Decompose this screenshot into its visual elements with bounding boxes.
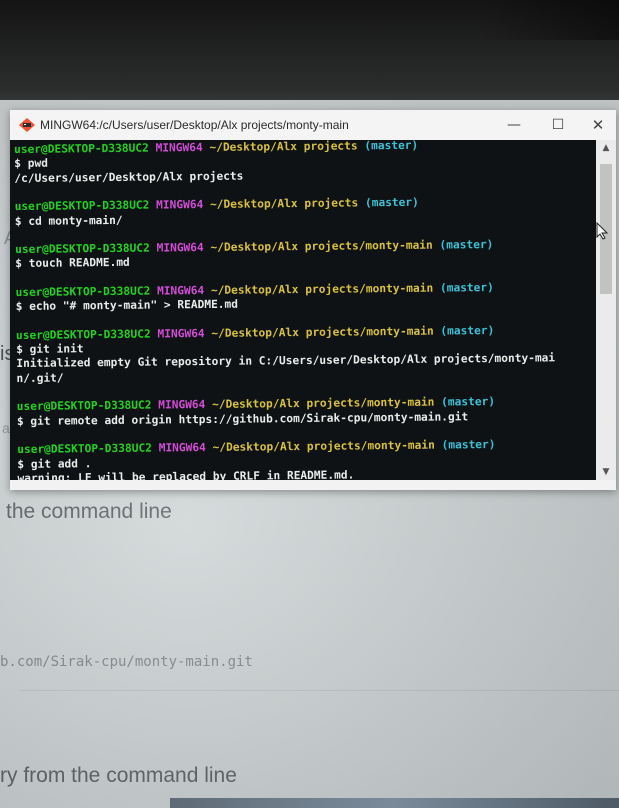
scroll-up-icon[interactable]: ▲ [596, 140, 616, 156]
vertical-scrollbar[interactable]: ▲ ▼ [596, 140, 616, 480]
bezel-glare [480, 0, 619, 40]
prompt-system: MINGW64 [156, 198, 204, 212]
prompt-user-host: user@DESKTOP-D338UC2 [14, 198, 150, 214]
prompt-system: MINGW64 [155, 141, 203, 155]
terminal-content: user@DESKTOP-D338UC2 MINGW64 ~/Desktop/A… [14, 140, 556, 480]
prompt-branch: (master) [440, 323, 495, 338]
terminal-output[interactable]: user@DESKTOP-D338UC2 MINGW64 ~/Desktop/A… [10, 140, 596, 480]
prompt-user-host: user@DESKTOP-D338UC2 [15, 327, 151, 342]
git-bash-icon [18, 117, 36, 133]
page-heading: the command line [6, 500, 172, 523]
prompt-cwd: ~/Desktop/Alx projects/monty-main [212, 438, 435, 455]
prompt-user-host: user@DESKTOP-D338UC2 [15, 241, 150, 257]
divider [20, 690, 619, 691]
prompt-cwd: ~/Desktop/Alx projects [209, 140, 358, 154]
prompt-system: MINGW64 [158, 441, 206, 455]
prompt-system: MINGW64 [157, 326, 205, 341]
prompt-user-host: user@DESKTOP-D338UC2 [17, 441, 152, 457]
taskbar [170, 798, 619, 808]
prompt-cwd: ~/Desktop/Alx projects/monty-main [210, 281, 434, 297]
title-bar[interactable]: MINGW64:/c/Users/user/Desktop/Alx projec… [10, 110, 616, 140]
prompt-cwd: ~/Desktop/Alx projects/monty-main [210, 238, 433, 254]
window-title: MINGW64:/c/Users/user/Desktop/Alx projec… [40, 118, 349, 132]
mouse-cursor-icon [596, 222, 608, 240]
prompt-system: MINGW64 [156, 241, 204, 255]
maximize-button[interactable]: ☐ [536, 112, 580, 138]
prompt-branch: (master) [441, 395, 496, 409]
scroll-down-icon[interactable]: ▼ [596, 464, 616, 480]
prompt-user-host: user@DESKTOP-D338UC2 [15, 284, 151, 299]
prompt-branch: (master) [441, 438, 496, 452]
prompt-cwd: ~/Desktop/Alx projects [209, 196, 359, 212]
prompt-branch: (master) [364, 195, 419, 210]
prompt-branch: (master) [364, 140, 419, 153]
repo-url-text: b.com/Sirak-cpu/monty-main.git [0, 654, 253, 670]
prompt-cwd: ~/Desktop/Alx projects/monty-main [211, 324, 434, 340]
close-button[interactable]: ✕ [576, 112, 619, 138]
page-heading: ry from the command line [0, 764, 237, 787]
prompt-user-host: user@DESKTOP-D338UC2 [14, 141, 149, 156]
minimize-button[interactable]: — [492, 112, 536, 138]
prompt-branch: (master) [439, 238, 494, 252]
prompt-cwd: ~/Desktop/Alx projects/monty-main [212, 395, 435, 412]
prompt-user-host: user@DESKTOP-D338UC2 [16, 398, 152, 414]
terminal-window: MINGW64:/c/Users/user/Desktop/Alx projec… [10, 110, 616, 490]
prompt-system: MINGW64 [158, 398, 206, 412]
prompt-system: MINGW64 [156, 283, 205, 298]
prompt-branch: (master) [439, 280, 494, 295]
